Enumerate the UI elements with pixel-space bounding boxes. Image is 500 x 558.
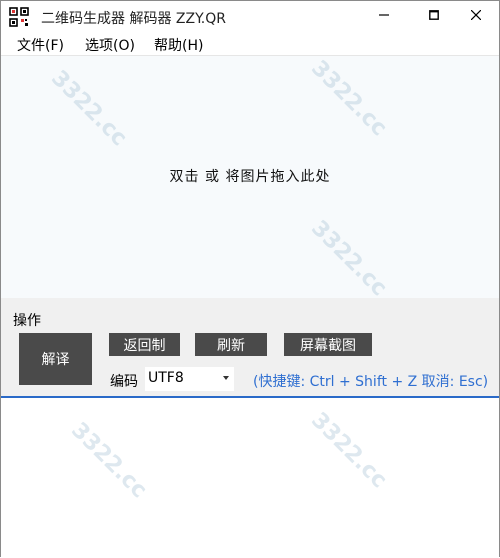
refresh-button[interactable]: 刷新	[195, 333, 267, 356]
encoding-label: 编码	[110, 374, 138, 390]
encoding-select[interactable]: UTF8	[144, 366, 235, 392]
qr-app-icon	[9, 7, 29, 27]
watermark: 3322.cc	[306, 407, 392, 494]
encoding-value: UTF8	[148, 370, 184, 386]
operations-panel: 操作 解译 返回制 刷新 屏幕截图 编码 UTF8 (快捷键: Ctrl + S…	[1, 298, 499, 396]
menu-help[interactable]: 帮助(H)	[154, 35, 203, 55]
minimize-button[interactable]	[361, 1, 407, 29]
watermark: 3322.cc	[306, 55, 392, 142]
drop-hint: 双击 或 将图片拖入此处	[169, 169, 331, 185]
dropdown-arrow-icon	[223, 376, 229, 380]
menu-options[interactable]: 选项(O)	[85, 35, 135, 55]
window-title: 二维码生成器 解码器 ZZY.QR	[41, 11, 226, 27]
maximize-icon	[429, 10, 439, 20]
back-copy-button[interactable]: 返回制	[109, 333, 180, 356]
minimize-icon	[379, 14, 389, 16]
close-button[interactable]	[453, 1, 499, 29]
title-bar[interactable]: 二维码生成器 解码器 ZZY.QR	[1, 1, 499, 33]
image-drop-zone[interactable]: 3322.cc 3322.cc 3322.cc 双击 或 将图片拖入此处	[1, 55, 499, 302]
close-icon	[471, 10, 481, 20]
decode-button[interactable]: 解译	[19, 333, 92, 385]
operations-label: 操作	[13, 313, 41, 329]
menu-bar: 文件(F) 选项(O) 帮助(H)	[1, 33, 499, 55]
result-text-area[interactable]: 3322.cc 3322.cc	[1, 396, 499, 558]
hotkey-hint: (快捷键: Ctrl + Shift + Z 取消: Esc)	[253, 374, 489, 390]
menu-file[interactable]: 文件(F)	[17, 35, 64, 55]
watermark: 3322.cc	[66, 417, 152, 504]
watermark: 3322.cc	[46, 65, 132, 152]
watermark: 3322.cc	[306, 215, 392, 302]
screenshot-button[interactable]: 屏幕截图	[284, 333, 372, 356]
maximize-button[interactable]	[411, 1, 457, 29]
app-window: 二维码生成器 解码器 ZZY.QR 文件(F) 选项(O) 帮助(H) 3322…	[0, 0, 500, 558]
